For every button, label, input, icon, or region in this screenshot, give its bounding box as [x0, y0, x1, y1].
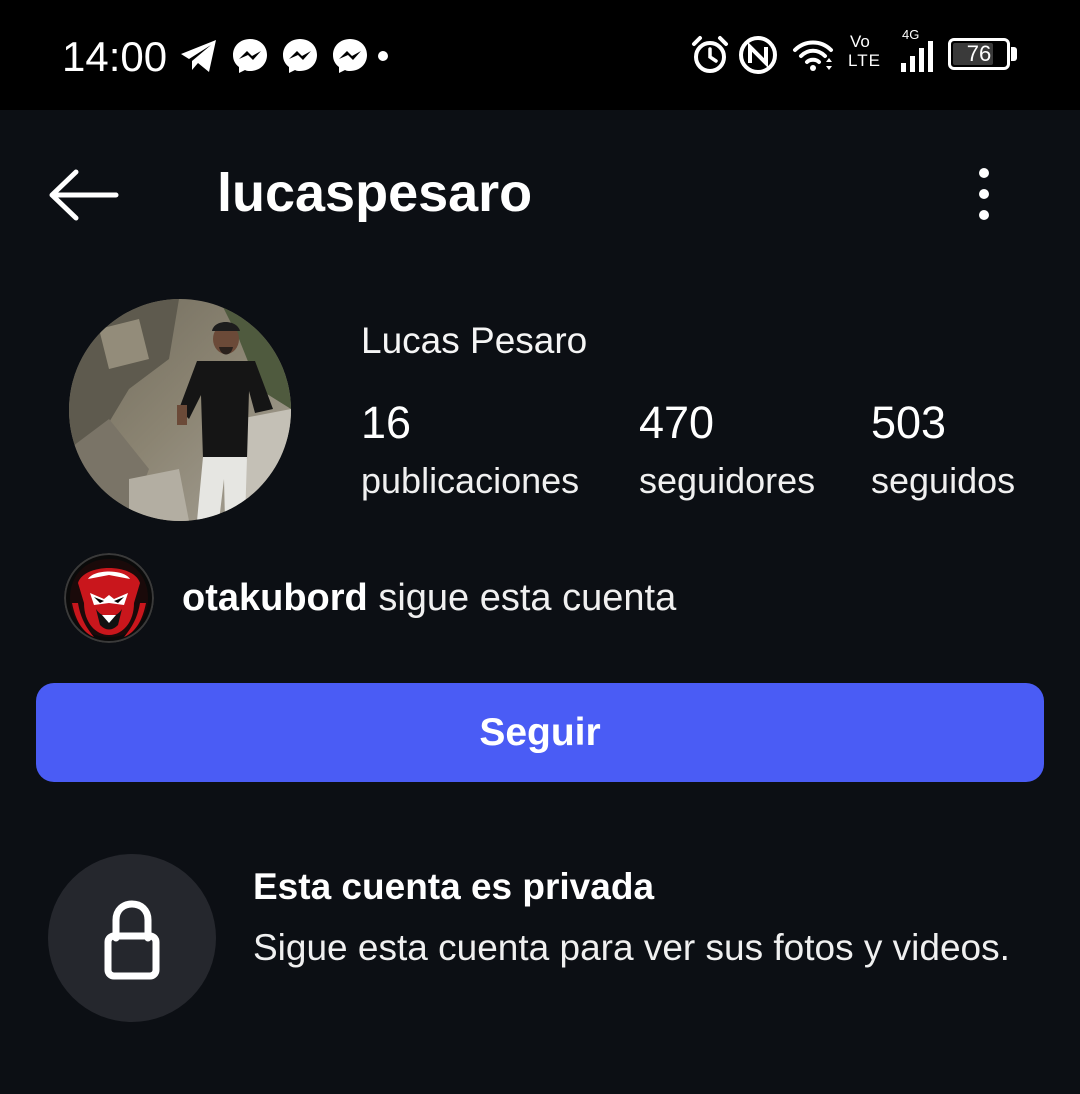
messenger-icon: [283, 39, 317, 73]
page-title: lucaspesaro: [217, 163, 533, 223]
profile-screen: lucaspesaro Lucas Pesaro 16 publicacione…: [0, 110, 1080, 1094]
mutual-follower-avatar: [64, 553, 154, 643]
telegram-icon: [181, 40, 216, 72]
following-count: 503: [871, 397, 947, 448]
following-stat[interactable]: 503 seguidos: [871, 395, 1015, 509]
display-name: Lucas Pesaro: [361, 320, 588, 361]
arrow-left-icon: [49, 169, 119, 221]
more-vertical-icon: [979, 168, 989, 220]
nfc-icon: [739, 36, 777, 74]
followers-stat[interactable]: 470 seguidores: [639, 395, 815, 509]
private-account-description: Sigue esta cuenta para ver sus fotos y v…: [253, 927, 1010, 968]
more-options-button[interactable]: [960, 165, 1008, 225]
back-button[interactable]: [40, 165, 130, 225]
status-bar: 14:00 Vo LTE 4G 76: [0, 0, 1080, 110]
lock-icon: [104, 900, 160, 980]
mutual-follower-row[interactable]: otakubord sigue esta cuenta: [64, 553, 964, 645]
mutual-follower-text: otakubord sigue esta cuenta: [182, 577, 676, 620]
following-label: seguidos: [871, 460, 1016, 501]
messenger-icon: [233, 39, 267, 73]
signal-icon: 4G: [898, 27, 938, 75]
followers-count: 470: [639, 397, 715, 448]
follow-button[interactable]: Seguir: [36, 683, 1044, 782]
status-time: 14:00: [62, 33, 168, 80]
mutual-follower-suffix: sigue esta cuenta: [367, 577, 677, 619]
profile-avatar[interactable]: [69, 299, 291, 521]
messenger-icon: [333, 39, 367, 73]
more-notifications-dot: [378, 51, 388, 61]
followers-label: seguidores: [639, 460, 816, 501]
alarm-icon: [692, 36, 728, 73]
private-account-title: Esta cuenta es privada: [253, 866, 655, 907]
mutual-follower-username[interactable]: otakubord: [182, 577, 368, 619]
wifi-icon: [793, 40, 833, 71]
posts-label: publicaciones: [361, 460, 580, 501]
volte-icon: Vo LTE: [848, 32, 881, 71]
posts-stat[interactable]: 16 publicaciones: [361, 395, 579, 509]
lock-circle: [48, 854, 216, 1022]
posts-count: 16: [361, 397, 412, 448]
battery-icon: 76: [948, 38, 1020, 74]
